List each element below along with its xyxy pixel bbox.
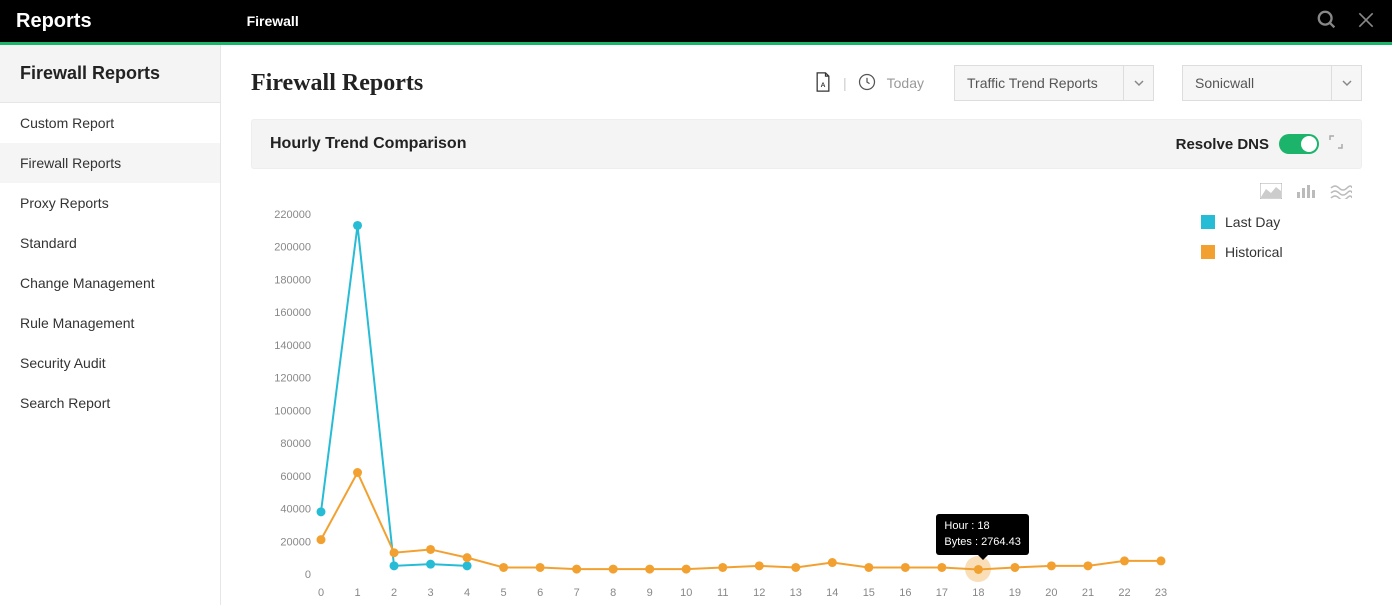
wave-chart-icon[interactable]	[1330, 183, 1352, 202]
device-dropdown[interactable]: Sonicwall	[1182, 65, 1362, 101]
report-type-dropdown[interactable]: Traffic Trend Reports	[954, 65, 1154, 101]
report-type-value: Traffic Trend Reports	[967, 75, 1098, 91]
svg-text:20: 20	[1045, 587, 1057, 599]
bar-chart-icon[interactable]	[1296, 183, 1316, 202]
main-content: Firewall Reports A | Today Traffic Trend…	[221, 45, 1392, 605]
svg-text:11: 11	[717, 587, 728, 599]
legend-historical[interactable]: Historical	[1201, 244, 1283, 260]
page-title: Firewall Reports	[251, 70, 813, 97]
resolve-dns-toggle[interactable]	[1279, 134, 1319, 154]
close-icon[interactable]	[1356, 10, 1376, 33]
clock-icon[interactable]	[857, 72, 877, 95]
svg-text:0: 0	[318, 587, 324, 599]
chevron-down-icon	[1331, 66, 1361, 100]
chart-legend: Last Day Historical	[1171, 204, 1283, 604]
search-icon[interactable]	[1316, 9, 1338, 34]
legend-last-day[interactable]: Last Day	[1201, 214, 1283, 230]
export-pdf-icon[interactable]: A	[813, 71, 833, 96]
sidebar-item-change-management[interactable]: Change Management	[0, 263, 220, 303]
svg-text:22: 22	[1118, 587, 1130, 599]
separator: |	[843, 75, 847, 91]
sidebar-title: Firewall Reports	[0, 45, 220, 103]
svg-text:40000: 40000	[280, 504, 311, 516]
breadcrumb: Firewall	[247, 13, 299, 29]
svg-text:20000: 20000	[280, 536, 311, 548]
expand-icon[interactable]	[1329, 135, 1343, 153]
svg-text:12: 12	[753, 587, 765, 599]
svg-text:13: 13	[790, 587, 802, 599]
svg-text:3: 3	[428, 587, 434, 599]
svg-text:6: 6	[537, 587, 543, 599]
sidebar-item-custom-report[interactable]: Custom Report	[0, 103, 220, 143]
svg-text:18: 18	[972, 587, 984, 599]
svg-text:5: 5	[501, 587, 507, 599]
topbar: Reports Firewall	[0, 0, 1392, 42]
area-chart-icon[interactable]	[1260, 183, 1282, 202]
today-label[interactable]: Today	[887, 75, 924, 91]
sidebar-item-proxy-reports[interactable]: Proxy Reports	[0, 183, 220, 223]
svg-text:160000: 160000	[274, 307, 311, 319]
svg-text:10: 10	[680, 587, 692, 599]
legend-label: Historical	[1225, 244, 1283, 260]
svg-text:9: 9	[647, 587, 653, 599]
sidebar-item-security-audit[interactable]: Security Audit	[0, 343, 220, 383]
chart-title: Hourly Trend Comparison	[270, 135, 1176, 153]
resolve-dns-label: Resolve DNS	[1176, 136, 1269, 153]
svg-text:60000: 60000	[280, 471, 311, 483]
sidebar: Firewall Reports Custom ReportFirewall R…	[0, 45, 221, 605]
svg-text:2: 2	[391, 587, 397, 599]
svg-text:21: 21	[1082, 587, 1094, 599]
device-value: Sonicwall	[1195, 75, 1254, 91]
svg-text:100000: 100000	[274, 405, 311, 417]
sidebar-item-search-report[interactable]: Search Report	[0, 383, 220, 423]
svg-text:0: 0	[305, 569, 311, 581]
highlight-halo	[965, 556, 991, 582]
svg-text:8: 8	[610, 587, 616, 599]
trend-chart[interactable]: 0 20000 40000 60000 80000 100000 120000 140000 1…	[251, 204, 1171, 604]
sidebar-item-standard[interactable]: Standard	[0, 223, 220, 263]
svg-text:80000: 80000	[280, 438, 311, 450]
svg-text:180000: 180000	[274, 274, 311, 286]
app-brand: Reports	[16, 10, 92, 33]
svg-text:200000: 200000	[274, 242, 311, 254]
svg-text:120000: 120000	[274, 373, 311, 385]
svg-text:140000: 140000	[274, 340, 311, 352]
svg-text:15: 15	[863, 587, 875, 599]
sidebar-item-rule-management[interactable]: Rule Management	[0, 303, 220, 343]
svg-text:19: 19	[1009, 587, 1021, 599]
svg-text:1: 1	[354, 587, 360, 599]
svg-text:23: 23	[1155, 587, 1167, 599]
svg-text:16: 16	[899, 587, 911, 599]
svg-text:17: 17	[936, 587, 948, 599]
chart-card-header: Hourly Trend Comparison Resolve DNS	[251, 119, 1362, 169]
legend-swatch	[1201, 245, 1215, 259]
svg-text:220000: 220000	[274, 209, 311, 221]
legend-label: Last Day	[1225, 214, 1280, 230]
svg-text:A: A	[821, 82, 826, 89]
svg-text:14: 14	[826, 587, 838, 599]
legend-swatch	[1201, 215, 1215, 229]
svg-text:7: 7	[574, 587, 580, 599]
svg-text:4: 4	[464, 587, 470, 599]
chevron-down-icon	[1123, 66, 1153, 100]
sidebar-item-firewall-reports[interactable]: Firewall Reports	[0, 143, 220, 183]
